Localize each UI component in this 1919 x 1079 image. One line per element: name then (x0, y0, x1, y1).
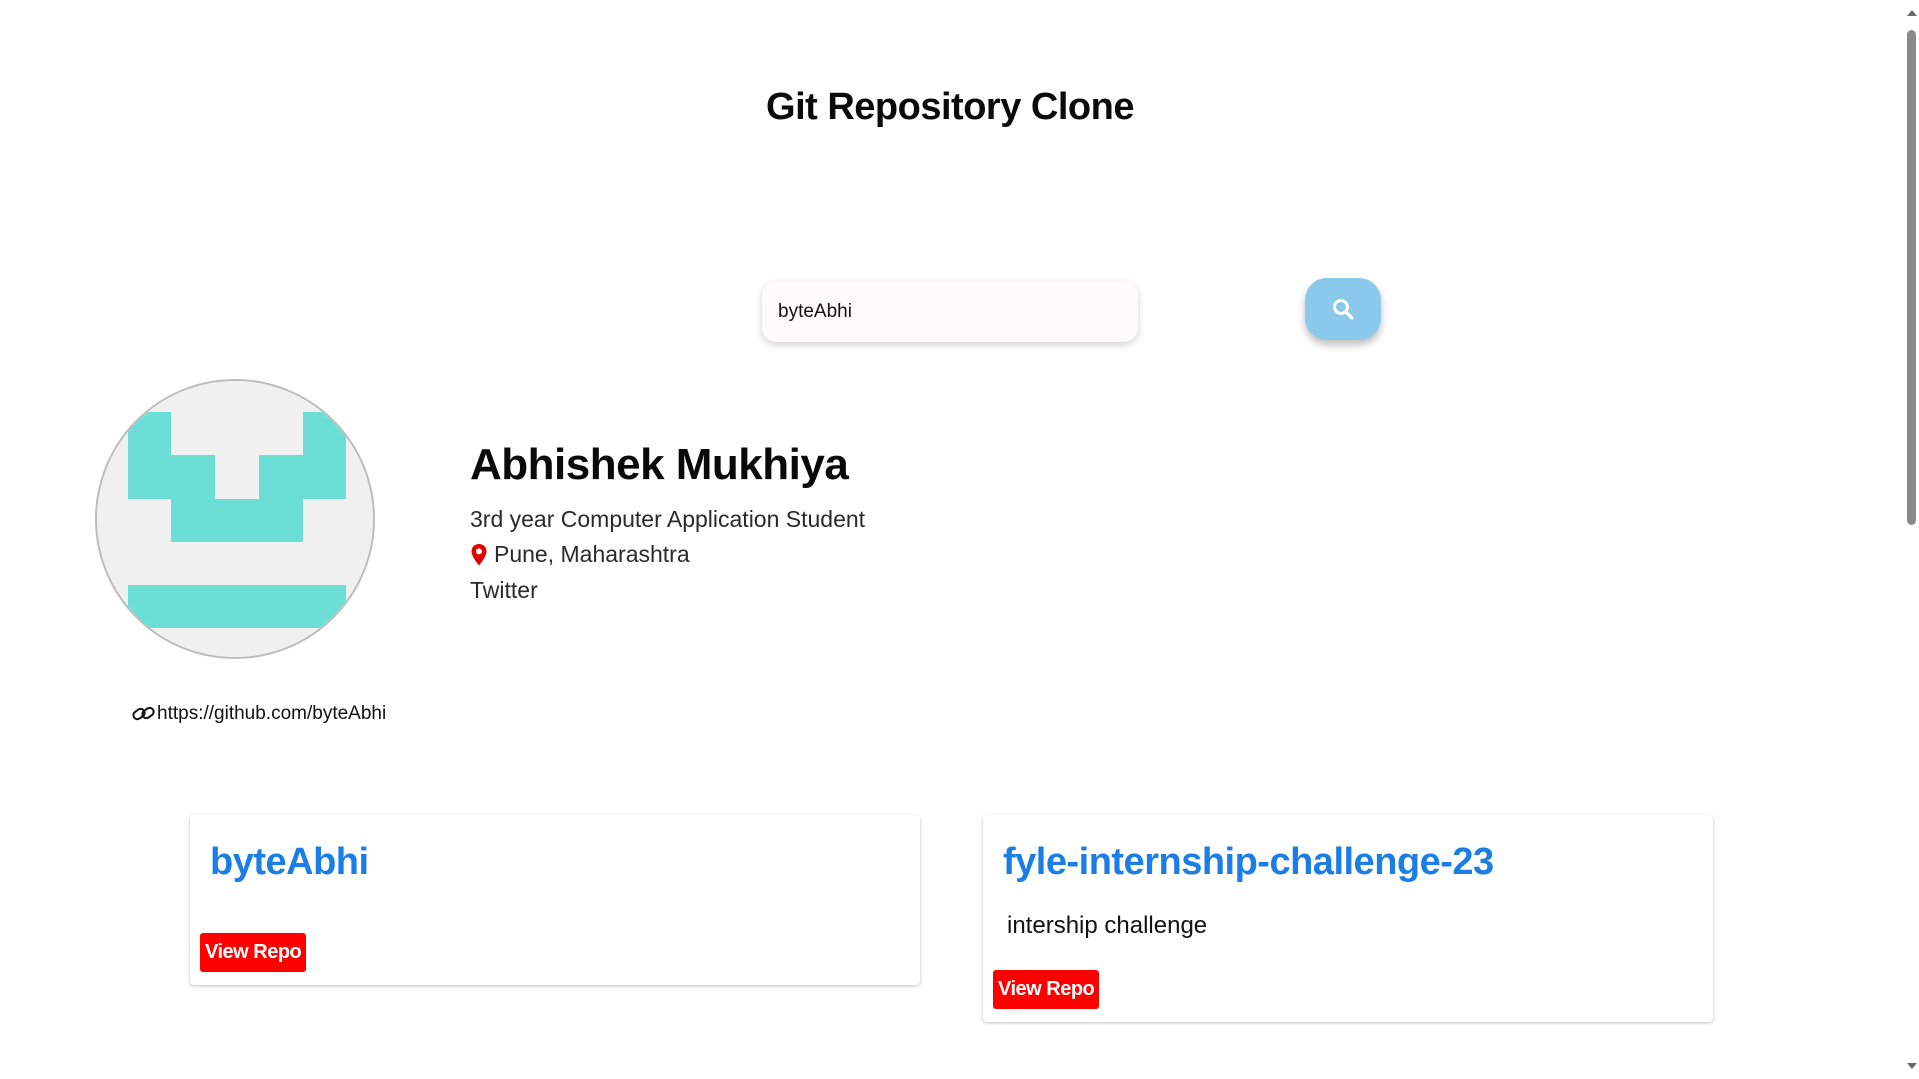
repo-title[interactable]: byteAbhi (210, 841, 369, 884)
profile-name: Abhishek Mukhiya (470, 440, 849, 489)
github-url[interactable]: https://github.com/byteAbhi (157, 703, 386, 725)
search-button[interactable] (1305, 278, 1381, 340)
scrollbar[interactable] (1904, 0, 1919, 1079)
scroll-thumb[interactable] (1907, 30, 1916, 525)
profile-location: Pune, Maharashtra (470, 541, 690, 568)
search-icon (1333, 299, 1354, 320)
map-pin-icon (471, 543, 487, 565)
link-icon (132, 706, 155, 721)
repo-card: fyle-internship-challenge-23 intership c… (983, 815, 1713, 1022)
profile-bio: 3rd year Computer Application Student (470, 506, 866, 532)
page-title: Git Repository Clone (766, 86, 1134, 128)
identicon-image (97, 381, 373, 657)
repo-title[interactable]: fyle-internship-challenge-23 (1003, 841, 1494, 884)
repo-description: intership challenge (1007, 912, 1208, 939)
view-repo-button[interactable]: View Repo (993, 970, 1100, 1009)
twitter-link[interactable]: Twitter (470, 577, 538, 604)
scroll-up-arrow-icon[interactable] (1907, 10, 1917, 16)
scroll-down-arrow-icon[interactable] (1907, 1063, 1917, 1069)
search-input[interactable] (762, 281, 1138, 342)
avatar (95, 379, 375, 659)
location-text: Pune, Maharashtra (494, 541, 690, 567)
repo-card: byteAbhi View Repo (190, 815, 920, 985)
view-repo-button[interactable]: View Repo (200, 933, 307, 972)
github-profile-link[interactable]: https://github.com/byteAbhi (131, 703, 386, 725)
page: Git Repository Clone Abhishek Mukhiya 3r… (0, 0, 1919, 1079)
